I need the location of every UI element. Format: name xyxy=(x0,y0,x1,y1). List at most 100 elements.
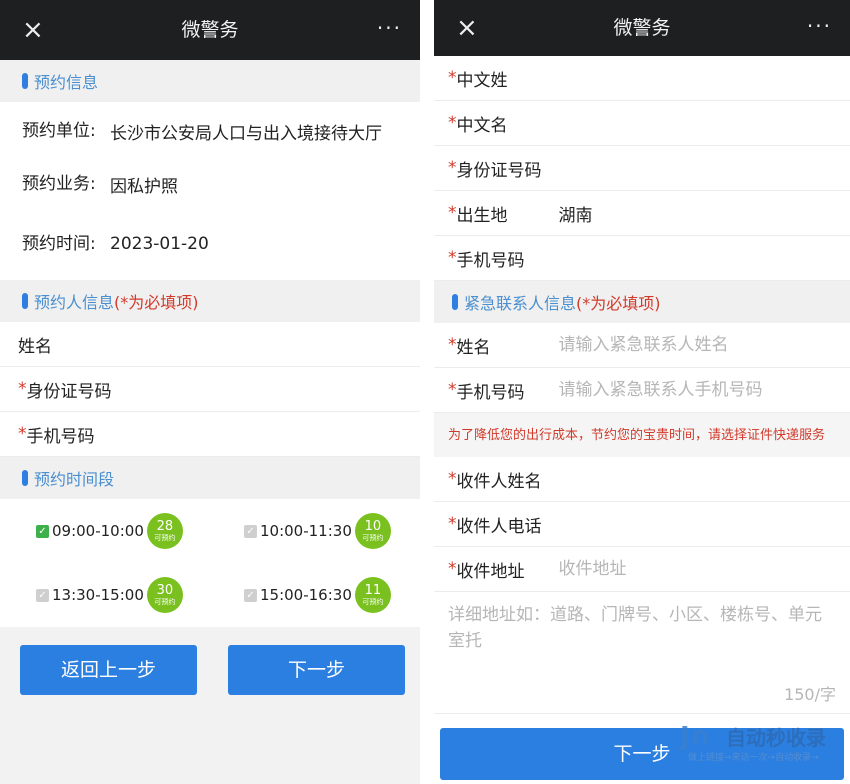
field-emergency-phone[interactable]: * 手机号码 xyxy=(434,368,850,413)
address-detail-textarea[interactable] xyxy=(448,602,836,666)
birthplace-value: 湖南 xyxy=(558,205,593,226)
info-label: 预约业务: xyxy=(22,174,96,194)
checkbox-icon[interactable]: ✓ xyxy=(244,524,257,538)
emergency-name-input[interactable] xyxy=(558,335,850,355)
field-label: 中文名 xyxy=(456,115,508,136)
field-label: 手机号码 xyxy=(456,382,525,403)
field-emergency-name[interactable]: * 姓名 xyxy=(434,323,850,368)
field-label: 收件地址 xyxy=(456,561,525,582)
field-recipient-phone[interactable]: * 收件人电话 xyxy=(434,502,850,547)
left-screen: × 微警务 ··· 预约信息 预约单位: 长沙市公安局人口与出入境接待大厅 预约… xyxy=(0,0,420,784)
field-chinese-given-name[interactable]: * 中文名 xyxy=(434,101,850,146)
field-name[interactable]: 姓名 xyxy=(0,322,420,367)
info-label: 预约单位: xyxy=(22,121,96,141)
badge-sub: 可预约 xyxy=(362,533,384,542)
emergency-phone-input[interactable] xyxy=(558,380,850,400)
availability-badge: 11 可预约 xyxy=(354,577,391,613)
field-birthplace[interactable]: * 出生地 湖南 xyxy=(434,191,850,236)
page-title: 微警务 xyxy=(613,17,671,39)
field-label: 收件人电话 xyxy=(456,516,542,537)
next-button[interactable]: 下一步 xyxy=(228,645,405,695)
required-star: * xyxy=(448,158,457,178)
field-label: 手机号码 xyxy=(26,426,95,447)
section-title: 预约时间段 xyxy=(34,470,115,489)
slot-time: 13:30-15:00 xyxy=(52,586,144,604)
required-star: * xyxy=(18,379,27,399)
availability-badge: 10 可预约 xyxy=(354,513,391,549)
watermark-icon: J∩ xyxy=(680,722,711,752)
field-label: 收件人姓名 xyxy=(456,471,542,492)
section-marker-icon xyxy=(22,293,28,309)
info-value: 2023-01-20 xyxy=(110,234,209,254)
info-label: 预约时间: xyxy=(22,234,96,254)
field-phone[interactable]: * 手机号码 xyxy=(434,236,850,281)
field-id-number[interactable]: * 身份证号码 xyxy=(0,367,420,412)
info-row-unit: 预约单位: 长沙市公安局人口与出入境接待大厅 xyxy=(0,102,420,160)
required-star: * xyxy=(18,424,27,444)
availability-badge: 28 可预约 xyxy=(146,513,183,549)
back-button[interactable]: 返回上一步 xyxy=(20,645,197,695)
field-chinese-surname[interactable]: * 中文姓 xyxy=(434,56,850,101)
required-star: * xyxy=(448,68,457,88)
time-slot-0900[interactable]: ✓ 09:00-10:00 28 可预约 xyxy=(36,513,183,549)
section-appointment-info: 预约信息 xyxy=(0,60,420,102)
field-recipient-name[interactable]: * 收件人姓名 xyxy=(434,457,850,502)
field-id-number[interactable]: * 身份证号码 xyxy=(434,146,850,191)
slot-time: 15:00-16:30 xyxy=(260,586,352,604)
checkbox-checked-icon[interactable]: ✓ xyxy=(36,524,49,538)
top-bar: × 微警务 ··· xyxy=(0,0,420,60)
field-recipient-address[interactable]: * 收件地址 xyxy=(434,547,850,592)
time-slot-1500[interactable]: ✓ 15:00-16:30 11 可预约 xyxy=(244,577,391,613)
address-detail-area: 150/字 xyxy=(434,592,850,714)
badge-sub: 可预约 xyxy=(362,597,384,606)
button-row: 返回上一步 下一步 xyxy=(0,627,420,777)
field-label: 出生地 xyxy=(456,205,508,226)
badge-count: 30 xyxy=(156,582,174,598)
address-input[interactable] xyxy=(558,559,850,579)
badge-sub: 可预约 xyxy=(154,597,176,606)
checkbox-icon[interactable]: ✓ xyxy=(244,588,257,602)
info-row-time: 预约时间: 2023-01-20 xyxy=(0,208,420,280)
section-applicant-info: 预约人信息 (*为必填项) xyxy=(0,280,420,322)
section-title: 预约信息 xyxy=(34,73,99,92)
time-slot-grid: ✓ 09:00-10:00 28 可预约 ✓ 10:00-11:30 10 可预… xyxy=(0,499,420,627)
badge-count: 11 xyxy=(364,582,382,598)
required-note: (*为必填项) xyxy=(114,293,199,312)
required-star: * xyxy=(448,203,457,223)
info-row-business: 预约业务: 因私护照 xyxy=(0,160,420,208)
required-star: * xyxy=(448,335,457,355)
badge-count: 10 xyxy=(364,518,382,534)
required-note: (*为必填项) xyxy=(576,294,661,313)
more-icon[interactable]: ··· xyxy=(377,16,402,40)
field-label: 手机号码 xyxy=(456,250,525,271)
badge-sub: 可预约 xyxy=(154,533,176,542)
field-label: 姓名 xyxy=(18,336,52,357)
time-slot-1000[interactable]: ✓ 10:00-11:30 10 可预约 xyxy=(244,513,391,549)
info-value: 长沙市公安局人口与出入境接待大厅 xyxy=(110,123,382,144)
info-value: 因私护照 xyxy=(110,176,178,197)
required-star: * xyxy=(448,559,457,579)
watermark-text: 自动秒收录 xyxy=(726,726,826,750)
field-phone[interactable]: * 手机号码 xyxy=(0,412,420,457)
section-marker-icon xyxy=(22,73,28,89)
section-time-slots: 预约时间段 xyxy=(0,457,420,499)
required-star: * xyxy=(448,248,457,268)
required-star: * xyxy=(448,380,457,400)
availability-badge: 30 可预约 xyxy=(146,577,183,613)
char-counter: 150/字 xyxy=(784,685,836,704)
required-star: * xyxy=(448,469,457,489)
express-delivery-notice: 为了降低您的出行成本，节约您的宝贵时间，请选择证件快递服务 xyxy=(434,413,850,457)
time-slot-1330[interactable]: ✓ 13:30-15:00 30 可预约 xyxy=(36,577,183,613)
badge-count: 28 xyxy=(156,518,174,534)
slot-time: 09:00-10:00 xyxy=(52,522,144,540)
more-icon[interactable]: ··· xyxy=(807,14,832,38)
section-marker-icon xyxy=(452,294,458,310)
slot-time: 10:00-11:30 xyxy=(260,522,352,540)
section-marker-icon xyxy=(22,470,28,486)
checkbox-icon[interactable]: ✓ xyxy=(36,588,49,602)
section-title: 预约人信息 xyxy=(34,293,115,312)
field-label: 身份证号码 xyxy=(26,381,112,402)
required-star: * xyxy=(448,514,457,534)
page-title: 微警务 xyxy=(181,19,239,41)
field-label: 身份证号码 xyxy=(456,160,542,181)
